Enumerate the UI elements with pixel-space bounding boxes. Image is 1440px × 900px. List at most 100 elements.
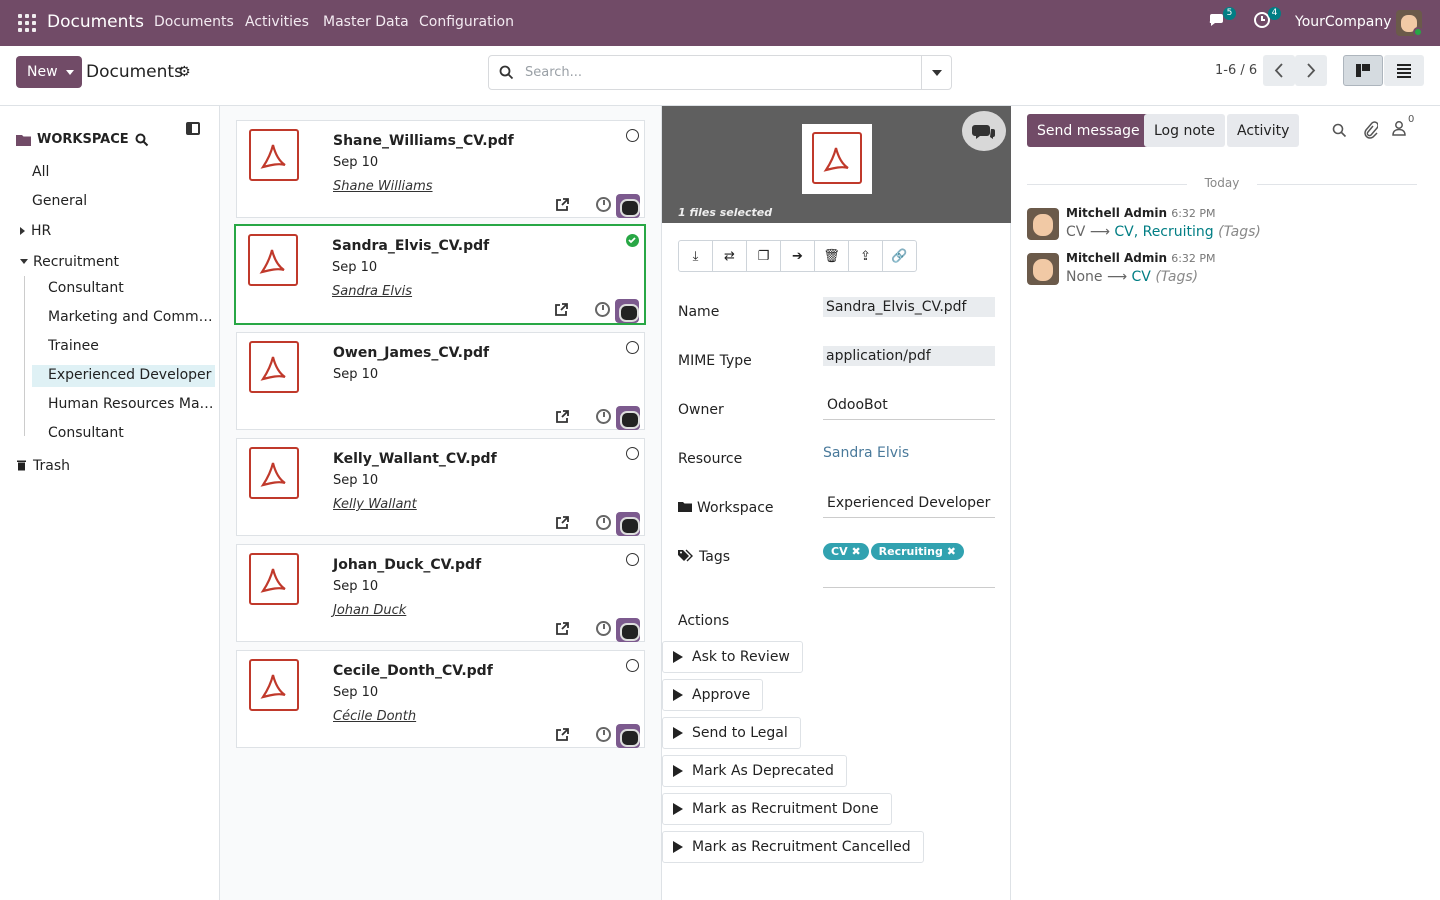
tracking-value: CV ⟶ CV, Recruiting (Tags) [1066,224,1261,240]
document-card[interactable]: Kelly_Wallant_CV.pdf Sep 10 Kelly Wallan… [236,438,645,536]
document-card[interactable]: Shane_Williams_CV.pdf Sep 10 Shane Willi… [236,120,645,218]
sidebar-item-trainee[interactable]: Trainee [48,338,213,354]
new-button[interactable]: New [16,56,82,88]
paperclip-icon[interactable] [1362,121,1378,139]
document-partner-link[interactable]: Johan Duck [333,603,406,618]
send-message-button[interactable]: Send message [1027,114,1150,147]
select-checkbox[interactable] [626,129,639,142]
menu-activities[interactable]: Activities [245,14,309,30]
author-avatar[interactable] [1027,208,1059,240]
apps-menu-icon[interactable] [18,14,36,32]
followers-button[interactable]: 0 [1392,114,1414,140]
document-partner-link[interactable]: Shane Williams [333,179,433,194]
document-partner-link[interactable]: Kelly Wallant [333,497,417,512]
sidebar-item-consultant-2[interactable]: Consultant [48,425,213,441]
search-icon[interactable] [135,133,149,147]
activity-clock-icon[interactable] [596,727,611,742]
action-send-to-legal[interactable]: Send to Legal [662,717,801,749]
menu-documents[interactable]: Documents [154,14,234,30]
select-checkbox[interactable] [626,659,639,672]
action-mark-as-deprecated[interactable]: Mark As Deprecated [662,755,847,787]
log-note-button[interactable]: Log note [1144,114,1225,147]
sidebar-item-all[interactable]: All [32,164,49,180]
external-link-icon[interactable] [555,727,570,742]
sidebar-item-experienced-developer[interactable]: Experienced Developer [32,365,215,387]
document-card-selected[interactable]: Sandra_Elvis_CV.pdf Sep 10 Sandra Elvis [234,224,646,325]
remove-tag-icon[interactable]: ✖ [851,545,860,558]
pdf-file-icon [812,132,862,184]
select-checkbox[interactable] [626,447,639,460]
activity-clock-icon[interactable] [596,197,611,212]
sidebar-item-trash[interactable]: Trash [16,458,70,474]
kanban-view-button[interactable] [1343,55,1383,86]
pager-next-button[interactable] [1295,55,1327,86]
activity-clock-icon[interactable] [596,515,611,530]
link-icon[interactable]: 🔗 [882,240,917,272]
document-card[interactable]: Johan_Duck_CV.pdf Sep 10 Johan Duck [236,544,645,642]
external-link-icon[interactable] [554,302,569,317]
search-bar[interactable]: Search... [488,55,952,90]
external-link-icon[interactable] [555,515,570,530]
action-mark-recruitment-done[interactable]: Mark as Recruitment Done [662,793,892,825]
document-partner-link[interactable]: Cécile Donth [333,709,416,724]
sidebar-item-marketing[interactable]: Marketing and Communication [48,309,214,325]
sidebar-item-human-resources[interactable]: Human Resources Management [48,396,214,412]
select-checkbox[interactable] [626,553,639,566]
pager-value[interactable]: 1-6 / 6 [1215,63,1257,78]
top-navbar: Documents Documents Activities Master Da… [0,0,1440,46]
action-approve[interactable]: Approve [662,679,764,711]
comments-icon [972,125,995,139]
activities-systray[interactable]: 4 [1253,7,1281,32]
external-link-icon[interactable] [555,409,570,424]
gear-icon[interactable]: ⚙ [178,64,191,80]
search-options-toggle[interactable] [921,56,951,89]
select-checkbox[interactable] [626,341,639,354]
user-avatar[interactable] [1396,10,1422,36]
author-avatar[interactable] [1027,253,1059,285]
remove-tag-icon[interactable]: ✖ [947,545,956,558]
company-switcher[interactable]: YourCompany [1295,14,1392,30]
messages-systray[interactable]: 5 [1208,7,1236,34]
sidebar-item-consultant[interactable]: Consultant [48,280,213,296]
sidebar-collapse-icon[interactable] [186,122,200,135]
document-partner-link[interactable]: Sandra Elvis [332,284,412,299]
duplicate-icon[interactable]: ❐ [746,240,781,272]
document-card[interactable]: Cecile_Donth_CV.pdf Sep 10 Cécile Donth [236,650,645,748]
action-mark-recruitment-cancelled[interactable]: Mark as Recruitment Cancelled [662,831,924,863]
delete-icon[interactable]: 🗑 [814,240,849,272]
tags-field[interactable]: CV ✖ Recruiting ✖ [823,541,995,588]
resource-link[interactable]: Sandra Elvis [823,443,995,463]
activity-clock-icon[interactable] [595,302,610,317]
sidebar-item-hr[interactable]: HR [20,223,51,239]
workspace-sidebar: WORKSPACE All General HR Recruitment Con… [0,106,220,900]
search-icon[interactable] [1332,123,1347,138]
activity-button[interactable]: Activity [1227,114,1300,147]
sidebar-item-general[interactable]: General [32,193,87,209]
play-icon [673,651,683,663]
toggle-chatter-button[interactable] [962,111,1006,151]
document-card[interactable]: Owen_James_CV.pdf Sep 10 [236,332,645,430]
menu-configuration[interactable]: Configuration [419,14,514,30]
move-arrow-icon[interactable]: ➔ [780,240,815,272]
owner-field[interactable]: OdooBot [823,395,995,420]
workspace-field[interactable]: Experienced Developer [823,493,995,518]
check-icon [628,237,636,244]
list-view-button[interactable] [1384,55,1424,86]
activity-clock-icon[interactable] [596,409,611,424]
action-ask-to-review[interactable]: Ask to Review [662,641,803,673]
share-icon[interactable]: ⇪ [848,240,883,272]
download-icon[interactable]: ⤓ [678,240,713,272]
tags-label: Tags [678,549,730,565]
external-link-icon[interactable] [555,621,570,636]
pager-previous-button[interactable] [1263,55,1295,86]
external-link-icon[interactable] [555,197,570,212]
menu-master-data[interactable]: Master Data [323,14,409,30]
preview-thumbnail[interactable] [802,124,872,194]
search-input[interactable]: Search... [525,65,582,80]
name-field[interactable]: Sandra_Elvis_CV.pdf [823,297,995,317]
replace-icon[interactable]: ⇄ [712,240,747,272]
select-checkbox-checked[interactable] [626,234,639,247]
app-name[interactable]: Documents [47,12,144,32]
activity-clock-icon[interactable] [596,621,611,636]
sidebar-item-recruitment[interactable]: Recruitment [20,254,119,270]
